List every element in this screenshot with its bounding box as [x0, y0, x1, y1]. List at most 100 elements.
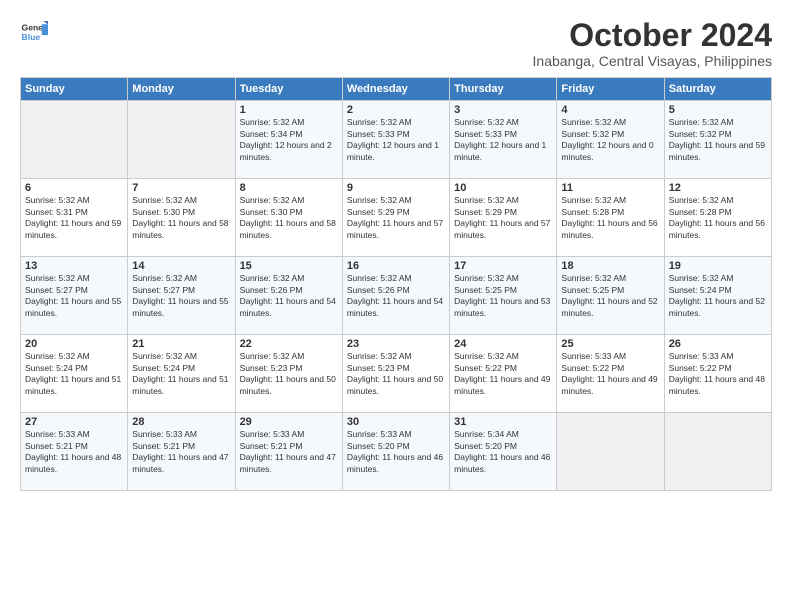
- calendar-cell: 14Sunrise: 5:32 AMSunset: 5:27 PMDayligh…: [128, 257, 235, 335]
- calendar-cell: 2Sunrise: 5:32 AMSunset: 5:33 PMDaylight…: [342, 101, 449, 179]
- column-header-monday: Monday: [128, 78, 235, 101]
- calendar-cell: 13Sunrise: 5:32 AMSunset: 5:27 PMDayligh…: [21, 257, 128, 335]
- calendar-cell: 24Sunrise: 5:32 AMSunset: 5:22 PMDayligh…: [450, 335, 557, 413]
- cell-content: Sunrise: 5:32 AMSunset: 5:28 PMDaylight:…: [561, 195, 659, 241]
- calendar-cell: [21, 101, 128, 179]
- calendar-cell: 20Sunrise: 5:32 AMSunset: 5:24 PMDayligh…: [21, 335, 128, 413]
- calendar-cell: 19Sunrise: 5:32 AMSunset: 5:24 PMDayligh…: [664, 257, 771, 335]
- header: General Blue October 2024 Inabanga, Cent…: [20, 18, 772, 69]
- day-number: 25: [561, 338, 659, 350]
- calendar-cell: 4Sunrise: 5:32 AMSunset: 5:32 PMDaylight…: [557, 101, 664, 179]
- calendar-cell: 26Sunrise: 5:33 AMSunset: 5:22 PMDayligh…: [664, 335, 771, 413]
- calendar-cell: 31Sunrise: 5:34 AMSunset: 5:20 PMDayligh…: [450, 413, 557, 491]
- calendar-cell: 16Sunrise: 5:32 AMSunset: 5:26 PMDayligh…: [342, 257, 449, 335]
- calendar-cell: 25Sunrise: 5:33 AMSunset: 5:22 PMDayligh…: [557, 335, 664, 413]
- day-number: 22: [240, 338, 338, 350]
- cell-content: Sunrise: 5:32 AMSunset: 5:31 PMDaylight:…: [25, 195, 123, 241]
- calendar-cell: 18Sunrise: 5:32 AMSunset: 5:25 PMDayligh…: [557, 257, 664, 335]
- day-number: 18: [561, 260, 659, 272]
- day-number: 9: [347, 182, 445, 194]
- calendar-cell: 12Sunrise: 5:32 AMSunset: 5:28 PMDayligh…: [664, 179, 771, 257]
- svg-text:Blue: Blue: [22, 32, 41, 42]
- cell-content: Sunrise: 5:33 AMSunset: 5:21 PMDaylight:…: [25, 429, 123, 475]
- cell-content: Sunrise: 5:33 AMSunset: 5:21 PMDaylight:…: [132, 429, 230, 475]
- calendar-cell: 9Sunrise: 5:32 AMSunset: 5:29 PMDaylight…: [342, 179, 449, 257]
- calendar-cell: 28Sunrise: 5:33 AMSunset: 5:21 PMDayligh…: [128, 413, 235, 491]
- cell-content: Sunrise: 5:32 AMSunset: 5:27 PMDaylight:…: [132, 273, 230, 319]
- cell-content: Sunrise: 5:32 AMSunset: 5:30 PMDaylight:…: [132, 195, 230, 241]
- calendar-cell: 17Sunrise: 5:32 AMSunset: 5:25 PMDayligh…: [450, 257, 557, 335]
- cell-content: Sunrise: 5:32 AMSunset: 5:26 PMDaylight:…: [240, 273, 338, 319]
- cell-content: Sunrise: 5:32 AMSunset: 5:24 PMDaylight:…: [25, 351, 123, 397]
- day-number: 23: [347, 338, 445, 350]
- cell-content: Sunrise: 5:33 AMSunset: 5:21 PMDaylight:…: [240, 429, 338, 475]
- cell-content: Sunrise: 5:32 AMSunset: 5:34 PMDaylight:…: [240, 117, 338, 163]
- subtitle: Inabanga, Central Visayas, Philippines: [533, 53, 772, 69]
- cell-content: Sunrise: 5:32 AMSunset: 5:24 PMDaylight:…: [132, 351, 230, 397]
- cell-content: Sunrise: 5:33 AMSunset: 5:22 PMDaylight:…: [669, 351, 767, 397]
- day-number: 11: [561, 182, 659, 194]
- day-number: 4: [561, 104, 659, 116]
- cell-content: Sunrise: 5:34 AMSunset: 5:20 PMDaylight:…: [454, 429, 552, 475]
- day-number: 30: [347, 416, 445, 428]
- day-number: 12: [669, 182, 767, 194]
- column-header-saturday: Saturday: [664, 78, 771, 101]
- calendar-cell: 6Sunrise: 5:32 AMSunset: 5:31 PMDaylight…: [21, 179, 128, 257]
- column-header-tuesday: Tuesday: [235, 78, 342, 101]
- day-number: 2: [347, 104, 445, 116]
- day-number: 5: [669, 104, 767, 116]
- cell-content: Sunrise: 5:32 AMSunset: 5:26 PMDaylight:…: [347, 273, 445, 319]
- day-number: 15: [240, 260, 338, 272]
- calendar-cell: [664, 413, 771, 491]
- day-number: 19: [669, 260, 767, 272]
- day-number: 3: [454, 104, 552, 116]
- calendar-cell: 29Sunrise: 5:33 AMSunset: 5:21 PMDayligh…: [235, 413, 342, 491]
- day-number: 16: [347, 260, 445, 272]
- calendar-cell: 11Sunrise: 5:32 AMSunset: 5:28 PMDayligh…: [557, 179, 664, 257]
- calendar-cell: [557, 413, 664, 491]
- cell-content: Sunrise: 5:32 AMSunset: 5:33 PMDaylight:…: [454, 117, 552, 163]
- cell-content: Sunrise: 5:32 AMSunset: 5:25 PMDaylight:…: [561, 273, 659, 319]
- day-number: 17: [454, 260, 552, 272]
- calendar-cell: 10Sunrise: 5:32 AMSunset: 5:29 PMDayligh…: [450, 179, 557, 257]
- calendar-cell: 30Sunrise: 5:33 AMSunset: 5:20 PMDayligh…: [342, 413, 449, 491]
- column-header-thursday: Thursday: [450, 78, 557, 101]
- cell-content: Sunrise: 5:32 AMSunset: 5:29 PMDaylight:…: [454, 195, 552, 241]
- page: General Blue October 2024 Inabanga, Cent…: [0, 0, 792, 612]
- cell-content: Sunrise: 5:32 AMSunset: 5:25 PMDaylight:…: [454, 273, 552, 319]
- day-number: 8: [240, 182, 338, 194]
- day-number: 27: [25, 416, 123, 428]
- day-number: 20: [25, 338, 123, 350]
- day-number: 28: [132, 416, 230, 428]
- cell-content: Sunrise: 5:32 AMSunset: 5:33 PMDaylight:…: [347, 117, 445, 163]
- column-header-friday: Friday: [557, 78, 664, 101]
- calendar-cell: 21Sunrise: 5:32 AMSunset: 5:24 PMDayligh…: [128, 335, 235, 413]
- cell-content: Sunrise: 5:32 AMSunset: 5:32 PMDaylight:…: [561, 117, 659, 163]
- day-number: 7: [132, 182, 230, 194]
- cell-content: Sunrise: 5:32 AMSunset: 5:32 PMDaylight:…: [669, 117, 767, 163]
- calendar-table: SundayMondayTuesdayWednesdayThursdayFrid…: [20, 77, 772, 491]
- title-block: October 2024 Inabanga, Central Visayas, …: [533, 18, 772, 69]
- day-number: 21: [132, 338, 230, 350]
- day-number: 1: [240, 104, 338, 116]
- cell-content: Sunrise: 5:32 AMSunset: 5:23 PMDaylight:…: [347, 351, 445, 397]
- calendar-cell: 3Sunrise: 5:32 AMSunset: 5:33 PMDaylight…: [450, 101, 557, 179]
- calendar-cell: 27Sunrise: 5:33 AMSunset: 5:21 PMDayligh…: [21, 413, 128, 491]
- column-header-sunday: Sunday: [21, 78, 128, 101]
- calendar-cell: 23Sunrise: 5:32 AMSunset: 5:23 PMDayligh…: [342, 335, 449, 413]
- month-title: October 2024: [533, 18, 772, 53]
- cell-content: Sunrise: 5:32 AMSunset: 5:27 PMDaylight:…: [25, 273, 123, 319]
- calendar-cell: [128, 101, 235, 179]
- day-number: 13: [25, 260, 123, 272]
- day-number: 31: [454, 416, 552, 428]
- calendar-cell: 15Sunrise: 5:32 AMSunset: 5:26 PMDayligh…: [235, 257, 342, 335]
- day-number: 14: [132, 260, 230, 272]
- cell-content: Sunrise: 5:32 AMSunset: 5:24 PMDaylight:…: [669, 273, 767, 319]
- cell-content: Sunrise: 5:32 AMSunset: 5:22 PMDaylight:…: [454, 351, 552, 397]
- calendar-cell: 8Sunrise: 5:32 AMSunset: 5:30 PMDaylight…: [235, 179, 342, 257]
- column-header-wednesday: Wednesday: [342, 78, 449, 101]
- cell-content: Sunrise: 5:32 AMSunset: 5:30 PMDaylight:…: [240, 195, 338, 241]
- calendar-cell: 1Sunrise: 5:32 AMSunset: 5:34 PMDaylight…: [235, 101, 342, 179]
- logo-icon: General Blue: [20, 18, 48, 46]
- cell-content: Sunrise: 5:33 AMSunset: 5:22 PMDaylight:…: [561, 351, 659, 397]
